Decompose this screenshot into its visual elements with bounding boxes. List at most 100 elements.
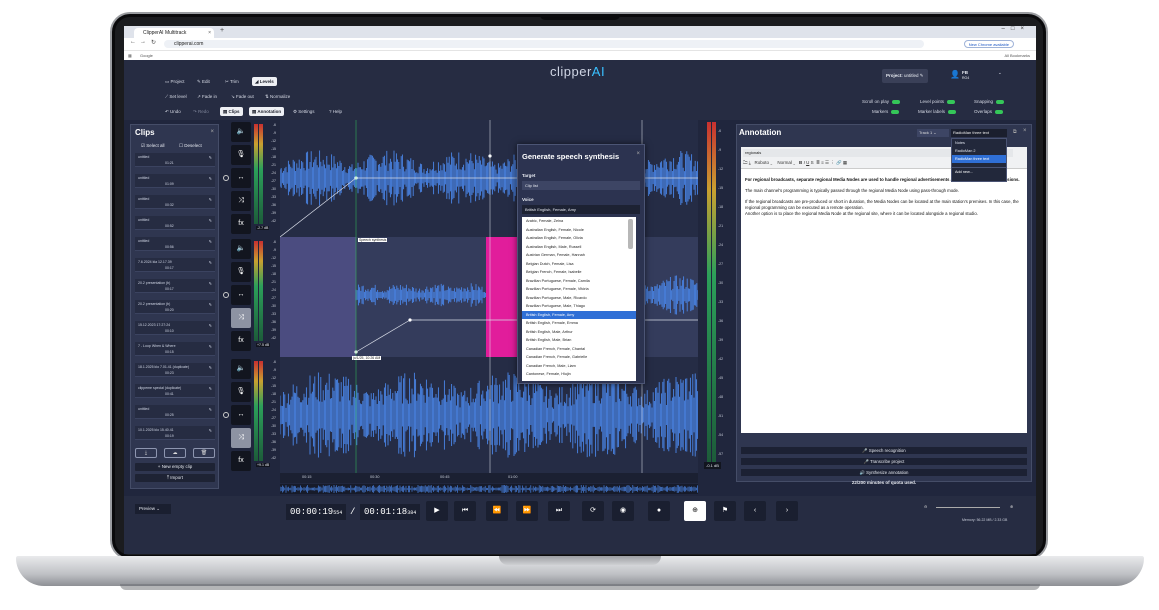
voice-option[interactable]: Arabic, Female, Zeina bbox=[522, 217, 636, 226]
voice-option[interactable]: Canadian French, Female, Chantal bbox=[522, 345, 636, 354]
forward-icon[interactable]: → bbox=[140, 39, 146, 45]
mic-off-icon[interactable]: 🎙 bbox=[231, 145, 251, 165]
edit-icon[interactable]: ✎ bbox=[209, 176, 212, 181]
clip-list-item[interactable]: 20.2 presentation (b) 00:20 ✎ bbox=[135, 300, 215, 314]
option-radioman-2[interactable]: RadioMan 2 bbox=[952, 147, 1006, 155]
track-select[interactable]: Track 1 ⌄ bbox=[917, 129, 949, 137]
clip-list-item[interactable]: 7 - Loop When & Where 00:15 ✎ bbox=[135, 342, 215, 356]
clip-list-item[interactable]: clippeme special (duplicate) 00:41 ✎ bbox=[135, 384, 215, 398]
edit-icon[interactable]: ✎ bbox=[209, 260, 212, 265]
all-bookmarks[interactable]: All Bookmarks bbox=[1004, 51, 1030, 60]
clip-list-item[interactable]: untitled 00:56 ✎ bbox=[135, 237, 215, 251]
voice-option[interactable]: Brazilian Portuguese, Male, Ricardo bbox=[522, 294, 636, 303]
rewind-button[interactable]: ⏪ bbox=[486, 501, 508, 521]
chrome-update-button[interactable]: New Chrome available bbox=[963, 40, 1014, 48]
close-icon[interactable]: × bbox=[1023, 128, 1027, 134]
toggle-snapping[interactable]: Snapping bbox=[974, 99, 1005, 104]
speaker-icon[interactable]: 🔈 bbox=[231, 122, 251, 142]
editor-body[interactable]: For regional broadcasts, separate region… bbox=[745, 177, 1023, 222]
edit-icon[interactable]: ✎ bbox=[209, 365, 212, 370]
play-selection-button[interactable]: ◉ bbox=[612, 501, 634, 521]
fade-out-button[interactable]: ↘ Fade out bbox=[228, 92, 257, 101]
clip-list-item[interactable]: untitled 00:32 ✎ bbox=[135, 195, 215, 209]
voice-option[interactable]: Belgian French, Female, Isabelle bbox=[522, 268, 636, 277]
voice-option[interactable]: Australian English, Female, Olivia bbox=[522, 234, 636, 243]
close-icon[interactable]: × bbox=[636, 151, 640, 157]
menu-project[interactable]: ▭ Project bbox=[162, 77, 188, 86]
menu-edit[interactable]: ✎ Edit bbox=[194, 77, 213, 86]
trash-icon[interactable]: 🗑 bbox=[193, 448, 215, 458]
edit-icon[interactable]: ✎ bbox=[209, 302, 212, 307]
close-icon[interactable]: × bbox=[208, 28, 211, 38]
clip-list-item[interactable]: 15.12.2023 17:27:24 00:10 ✎ bbox=[135, 321, 215, 335]
menu-levels[interactable]: ◢ Levels bbox=[252, 77, 277, 86]
prev-marker-button[interactable]: ‹ bbox=[744, 501, 766, 521]
stretch-icon[interactable]: ↔ bbox=[231, 405, 251, 425]
transcribe-project-button[interactable]: 🎤 Transcribe project bbox=[741, 458, 1027, 465]
undo-button[interactable]: ↶ Undo bbox=[162, 107, 184, 116]
clip-list-item[interactable]: untitled 01:09 ✎ bbox=[135, 174, 215, 188]
user-menu[interactable]: 👤 FB RO4 ⌄ bbox=[950, 70, 1002, 80]
edit-icon[interactable]: ✎ bbox=[209, 239, 212, 244]
voice-option[interactable]: British English, Female, Emma bbox=[522, 319, 636, 328]
add-new-option[interactable]: Add new... bbox=[952, 167, 1006, 175]
voice-option[interactable]: British English, Female, Amy bbox=[522, 310, 636, 319]
zoom-in-icon[interactable]: ⊕ bbox=[1010, 504, 1013, 509]
voice-option[interactable]: British English, Male, Brian bbox=[522, 336, 636, 345]
toggle-level-points[interactable]: Level points bbox=[920, 99, 956, 104]
voice-option[interactable]: Belgian Dutch, Female, Lisa bbox=[522, 260, 636, 269]
track-select-radio[interactable] bbox=[223, 292, 229, 298]
clips-toggle[interactable]: ▤ Clips bbox=[220, 107, 243, 116]
mic-off-icon[interactable]: 🎙 bbox=[231, 262, 251, 282]
clip-list-item[interactable]: 7.6.2024 kla 12.17.39 00:17 ✎ bbox=[135, 258, 215, 272]
voice-option[interactable]: Canadian French, Female, Gabrielle bbox=[522, 353, 636, 362]
mic-off-icon[interactable]: 🎙 bbox=[231, 382, 251, 402]
loop-button[interactable]: ⟳ bbox=[582, 501, 604, 521]
edit-icon[interactable]: ✎ bbox=[209, 281, 212, 286]
annotation-dropdown[interactable]: Notes RadioMan 2 RadioMan three text Add… bbox=[951, 138, 1007, 182]
browser-tab[interactable]: ClipperAI Multitrack × bbox=[134, 28, 214, 38]
zoom-slider[interactable] bbox=[936, 507, 1000, 508]
track-select-radio[interactable] bbox=[223, 175, 229, 181]
edit-icon[interactable]: ✎ bbox=[209, 344, 212, 349]
preview-select[interactable]: Preview ⌄ bbox=[135, 504, 171, 514]
edit-icon[interactable]: ✎ bbox=[209, 218, 212, 223]
flag-icon[interactable]: ⚑ bbox=[714, 501, 736, 521]
record-button[interactable]: ● bbox=[648, 501, 670, 521]
toggle-marker-labels[interactable]: Marker labels bbox=[918, 109, 957, 114]
scrollbar[interactable] bbox=[628, 219, 633, 249]
voice-option[interactable]: Brazilian Portuguese, Male, Thiago bbox=[522, 302, 636, 311]
effects-icon[interactable]: fx bbox=[231, 451, 251, 471]
effects-icon[interactable]: fx bbox=[231, 331, 251, 351]
track-2-level[interactable] bbox=[355, 319, 411, 353]
annotation-toggle[interactable]: ▤ Annotation bbox=[249, 107, 285, 116]
edit-icon[interactable]: ✎ bbox=[209, 407, 212, 412]
help-button[interactable]: ? Help bbox=[326, 107, 345, 116]
chevron-down-icon[interactable]: ⌄ bbox=[998, 70, 1002, 76]
voice-option[interactable]: Brazilian Portuguese, Female, Vitória bbox=[522, 285, 636, 294]
new-empty-clip-button[interactable]: + New empty clip bbox=[135, 463, 215, 471]
skip-end-button[interactable]: ⏭ bbox=[548, 501, 570, 521]
next-marker-button[interactable]: › bbox=[776, 501, 798, 521]
project-name-box[interactable]: Project: untitled ✎ bbox=[882, 69, 928, 83]
stretch-icon[interactable]: ↔ bbox=[231, 168, 251, 188]
voice-option[interactable]: Australian English, Female, Nicole bbox=[522, 226, 636, 235]
voice-option[interactable]: Australian English, Male, Russell bbox=[522, 243, 636, 252]
popout-icon[interactable]: ⧉ bbox=[1013, 129, 1017, 135]
play-button[interactable]: ▶ bbox=[426, 501, 448, 521]
back-icon[interactable]: ← bbox=[130, 39, 136, 45]
clip-list-item[interactable]: 20.2 presentation (b) 00:17 ✎ bbox=[135, 279, 215, 293]
add-marker-button[interactable]: ⊕ bbox=[684, 501, 706, 521]
clip-list-item[interactable]: 10.1.2025 klo 15.40.41 00:19 ✎ bbox=[135, 426, 215, 440]
edit-icon[interactable]: ✎ bbox=[209, 155, 212, 160]
voice-option[interactable]: Austrian German, Female, Hannah bbox=[522, 251, 636, 260]
edit-icon[interactable]: ✎ bbox=[209, 323, 212, 328]
close-icon[interactable]: × bbox=[210, 129, 214, 135]
annotation-editor[interactable]: regionals 🗀 ⤓ Roboto ⌄ Normal ⌄ B I U S … bbox=[741, 147, 1027, 433]
normalize-button[interactable]: ⇅ Normalize bbox=[262, 92, 293, 101]
cloud-icon[interactable]: ☁ bbox=[164, 448, 186, 458]
effects-icon[interactable]: fx bbox=[231, 214, 251, 234]
stretch-icon[interactable]: ↔ bbox=[231, 285, 251, 305]
speech-recognition-button[interactable]: 🎤 Speech recognition bbox=[741, 447, 1027, 454]
redo-button[interactable]: ↷ Redo bbox=[190, 107, 212, 116]
